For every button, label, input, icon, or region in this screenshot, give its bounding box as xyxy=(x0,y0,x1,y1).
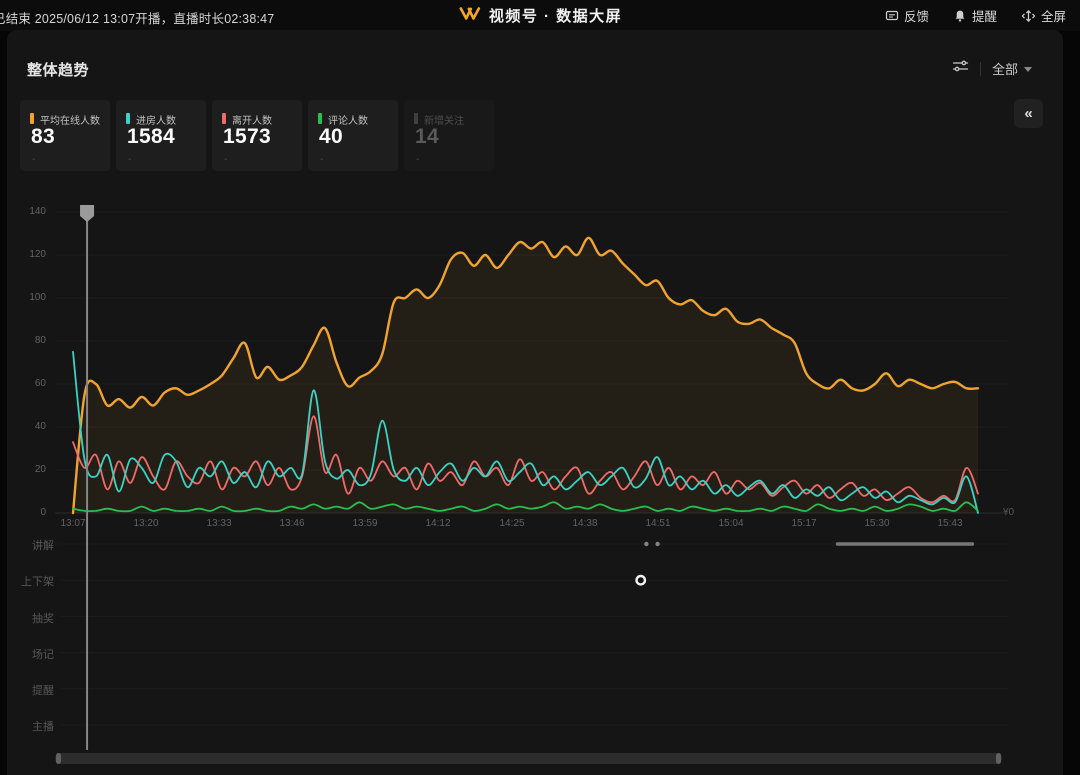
fullscreen-button[interactable]: 全屏 xyxy=(1021,6,1066,25)
stat-value: 40 xyxy=(319,125,343,149)
stat-card-leave-room[interactable]: 离开人数 1573 - xyxy=(212,100,302,171)
x-tick: 14:25 xyxy=(490,518,534,529)
stat-sub: - xyxy=(32,154,35,165)
feedback-label: 反馈 xyxy=(904,6,929,25)
x-tick: 14:12 xyxy=(416,518,460,529)
stat-sub: - xyxy=(320,154,323,165)
y-tick: 60 xyxy=(16,378,46,389)
live-status-text: 已结束 2025/06/12 13:07开播，直播时长02:38:47 xyxy=(0,8,274,27)
stat-value: 1584 xyxy=(127,125,175,149)
stat-card-enter-room[interactable]: 进房人数 1584 - xyxy=(116,100,206,171)
y-tick: 140 xyxy=(16,206,46,217)
settings-sliders-icon[interactable] xyxy=(952,58,969,79)
feedback-button[interactable]: 反馈 xyxy=(885,6,929,25)
reminder-label: 提醒 xyxy=(972,6,997,25)
page-title: 整体趋势 xyxy=(27,59,89,80)
x-tick: 13:07 xyxy=(51,518,95,529)
event-row-label-lottery: 抽奖 xyxy=(6,610,54,626)
y-tick: 80 xyxy=(16,335,46,346)
series-color-marker xyxy=(30,113,34,124)
x-tick: 14:51 xyxy=(636,518,680,529)
reminder-button[interactable]: 提醒 xyxy=(953,6,997,25)
stat-sub: - xyxy=(128,154,131,165)
x-tick: 15:30 xyxy=(855,518,899,529)
x-tick: 13:33 xyxy=(197,518,241,529)
app-title: 视频号 · 数据大屏 xyxy=(489,5,622,26)
y-tick: 0 xyxy=(16,507,46,518)
right-axis-label: ¥0 xyxy=(1003,507,1014,518)
fullscreen-label: 全屏 xyxy=(1041,6,1066,25)
scrollbar-right-handle[interactable] xyxy=(996,753,1001,764)
channels-logo-icon xyxy=(458,5,482,27)
x-tick: 14:38 xyxy=(563,518,607,529)
x-tick: 13:59 xyxy=(343,518,387,529)
stat-sub: - xyxy=(416,154,419,165)
series-filter-dropdown[interactable]: 全部 xyxy=(992,59,1032,78)
topbar-actions: 反馈 提醒 全屏 xyxy=(885,0,1066,31)
event-row-label-reminder: 提醒 xyxy=(6,682,54,698)
series-color-marker xyxy=(222,113,226,124)
x-tick: 13:20 xyxy=(124,518,168,529)
divider xyxy=(980,62,981,76)
event-row-label-anchor: 主播 xyxy=(6,718,54,734)
stat-card-comments[interactable]: 评论人数 40 - xyxy=(308,100,398,171)
app-brand: 视频号 · 数据大屏 xyxy=(458,0,622,31)
filter-selected-value: 全部 xyxy=(992,59,1018,78)
collapse-cards-button[interactable]: « xyxy=(1014,99,1043,128)
x-tick: 13:46 xyxy=(270,518,314,529)
series-color-marker xyxy=(318,113,322,124)
stat-cards: 平均在线人数 83 - 进房人数 1584 - 离开人数 1573 - 评论人数… xyxy=(20,100,494,171)
scrollbar-left-handle[interactable] xyxy=(56,753,61,764)
stat-card-new-followers[interactable]: 新增关注 14 - xyxy=(404,100,494,171)
stat-value: 83 xyxy=(31,125,55,149)
event-row-label-shelf: 上下架 xyxy=(6,573,54,589)
y-tick: 40 xyxy=(16,421,46,432)
event-row-label-marker: 场记 xyxy=(6,646,54,662)
event-row-label-explain: 讲解 xyxy=(6,537,54,553)
stat-value: 14 xyxy=(415,125,439,149)
y-tick: 100 xyxy=(16,292,46,303)
chart-filter-controls: 全部 xyxy=(952,58,1032,79)
series-color-marker xyxy=(126,113,130,124)
stat-value: 1573 xyxy=(223,125,271,149)
fullscreen-icon xyxy=(1021,9,1036,23)
topbar: 已结束 2025/06/12 13:07开播，直播时长02:38:47 视频号 … xyxy=(0,0,1080,31)
bell-icon xyxy=(953,9,967,23)
stat-card-avg-online[interactable]: 平均在线人数 83 - xyxy=(20,100,110,171)
feedback-icon xyxy=(885,9,899,23)
y-tick: 20 xyxy=(16,464,46,475)
chevron-down-icon xyxy=(1024,67,1032,72)
x-tick: 15:04 xyxy=(709,518,753,529)
stat-sub: - xyxy=(224,154,227,165)
x-tick: 15:43 xyxy=(928,518,972,529)
time-range-scrollbar[interactable] xyxy=(55,753,1002,764)
x-tick: 15:17 xyxy=(782,518,826,529)
y-tick: 120 xyxy=(16,249,46,260)
series-color-marker xyxy=(414,113,418,124)
